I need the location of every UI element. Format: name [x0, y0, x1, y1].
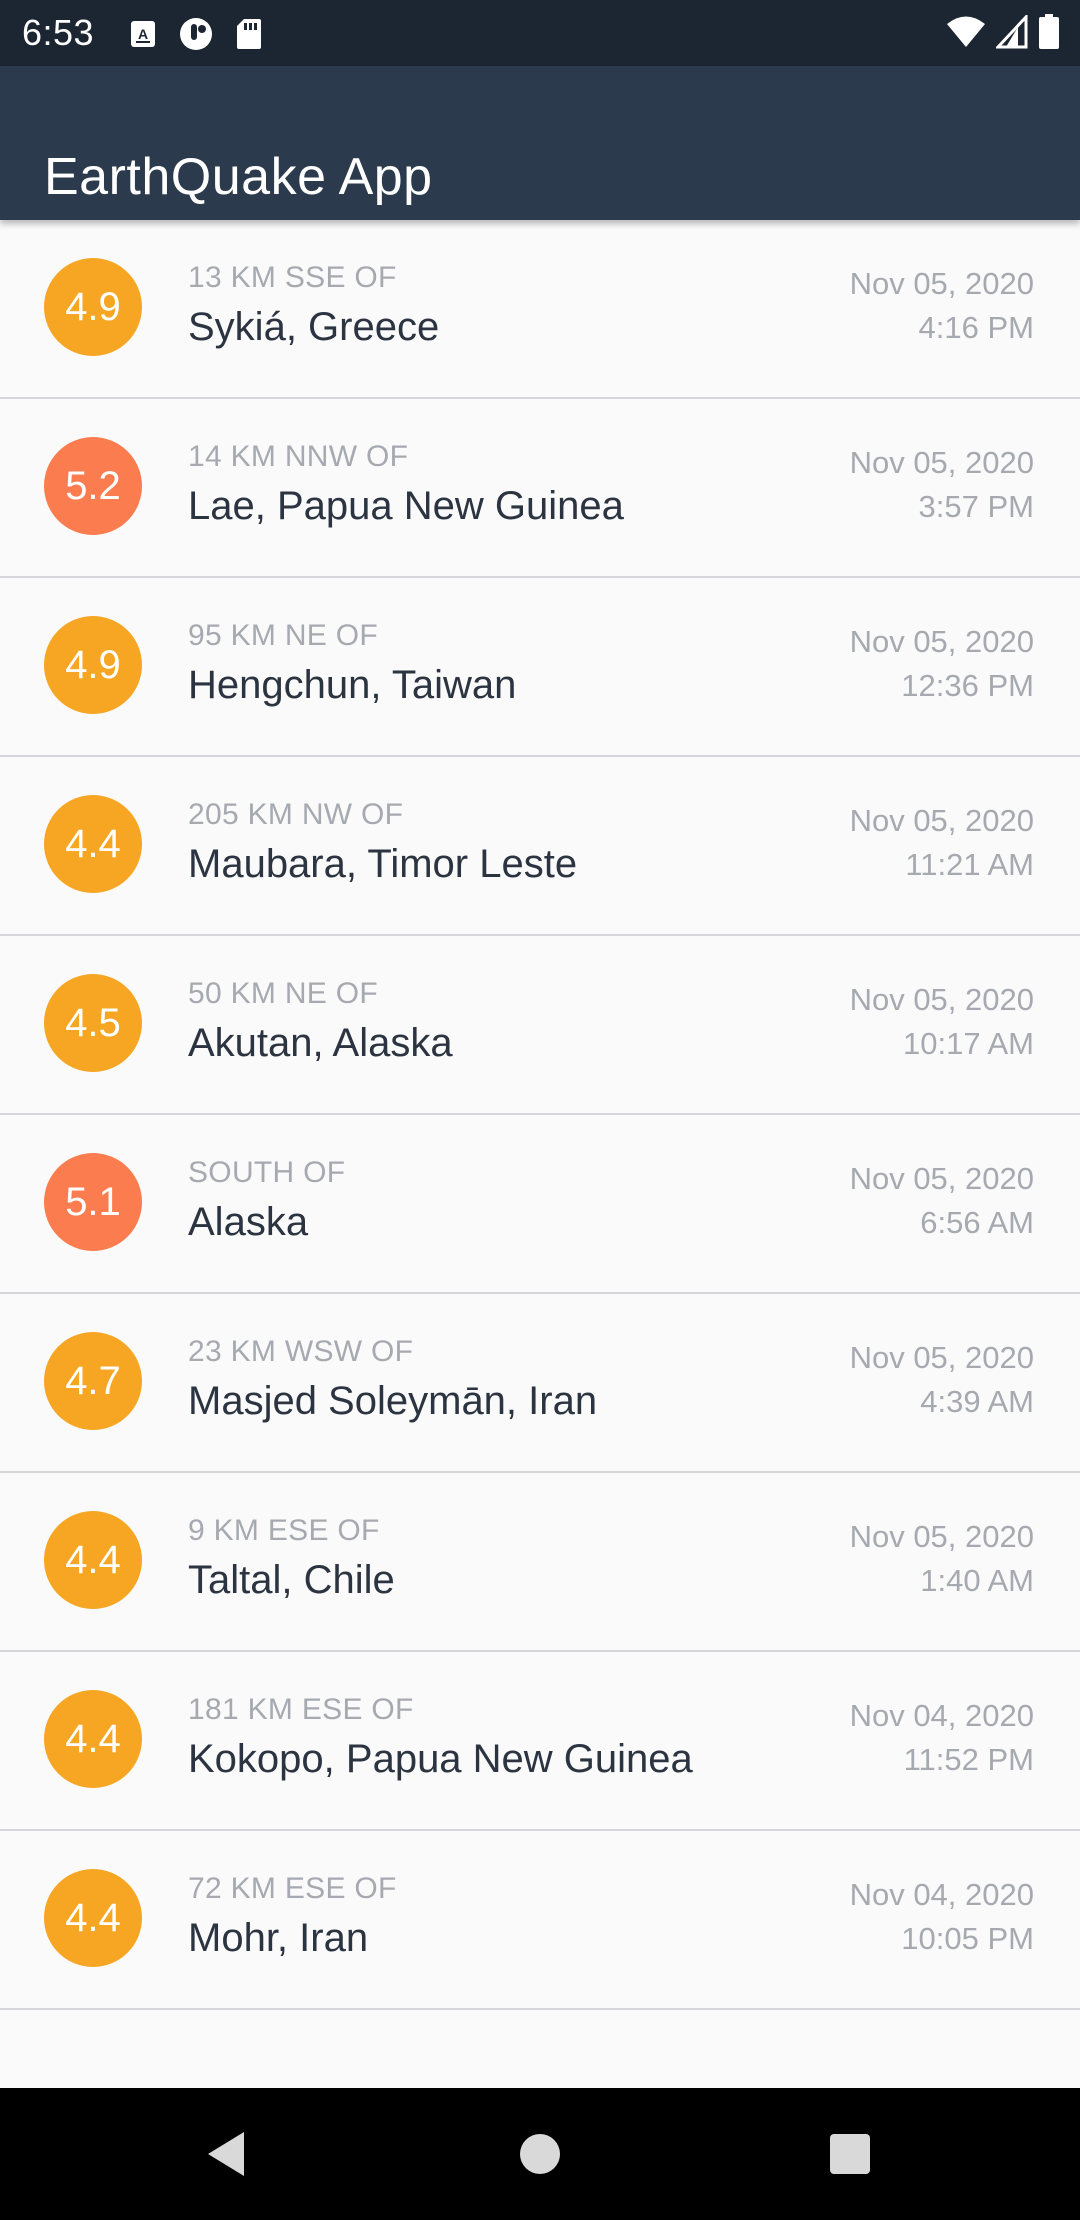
home-button[interactable] — [510, 2124, 570, 2184]
primary-location: Masjed Soleymān, Iran — [188, 1379, 598, 1423]
location-offset: 14 KM NNW OF — [188, 440, 409, 473]
quake-date: Nov 05, 2020 — [849, 266, 1034, 301]
quake-time: 1:40 AM — [920, 1563, 1034, 1598]
status-icons-left: A — [130, 16, 262, 57]
primary-location: Mohr, Iran — [188, 1916, 369, 1960]
magnitude-badge: 4.5 — [44, 974, 142, 1072]
quake-time: 4:16 PM — [918, 310, 1034, 345]
earthquake-list-item[interactable]: 4.4 205 KM NW OF Maubara, Timor Leste No… — [0, 757, 1080, 936]
quake-time: 11:21 AM — [905, 847, 1034, 882]
cell-signal-icon — [994, 13, 1028, 54]
status-bar: 6:53 A — [0, 0, 1080, 66]
quake-date: Nov 05, 2020 — [849, 1340, 1034, 1375]
location-offset: 23 KM WSW OF — [188, 1335, 414, 1368]
quake-time: 3:57 PM — [918, 489, 1034, 524]
primary-location: Maubara, Timor Leste — [188, 842, 578, 886]
earthquake-list-item[interactable]: 5.1 SOUTH OF Alaska Nov 05, 2020 6:56 AM — [0, 1115, 1080, 1294]
location-offset: 9 KM ESE OF — [188, 1514, 380, 1547]
status-icons-right — [946, 13, 1060, 55]
earthquake-list-item[interactable]: 4.9 95 KM NE OF Hengchun, Taiwan Nov 05,… — [0, 578, 1080, 757]
svg-text:A: A — [138, 26, 148, 42]
primary-location: Sykiá, Greece — [188, 305, 440, 349]
primary-location: Hengchun, Taiwan — [188, 663, 517, 707]
magnitude-badge: 4.4 — [44, 1511, 142, 1609]
earthquake-list-item[interactable]: 4.4 9 KM ESE OF Taltal, Chile Nov 05, 20… — [0, 1473, 1080, 1652]
keyboard-a-icon: A — [130, 20, 156, 53]
app-bar: EarthQuake App — [0, 66, 1080, 220]
magnitude-badge: 4.4 — [44, 1690, 142, 1788]
home-icon — [520, 2134, 560, 2174]
primary-location: Akutan, Alaska — [188, 1021, 453, 1065]
primary-location: Lae, Papua New Guinea — [188, 484, 624, 528]
recents-icon — [830, 2134, 870, 2174]
quake-date: Nov 05, 2020 — [849, 1161, 1034, 1196]
earthquake-list[interactable]: 4.9 13 KM SSE OF Sykiá, Greece Nov 05, 2… — [0, 220, 1080, 2010]
quake-date: Nov 05, 2020 — [849, 445, 1034, 480]
quake-time: 6:56 AM — [920, 1205, 1034, 1240]
location-offset: SOUTH OF — [188, 1156, 346, 1189]
earthquake-list-item[interactable]: 4.4 72 KM ESE OF Mohr, Iran Nov 04, 2020… — [0, 1831, 1080, 2010]
magnitude-badge: 4.7 — [44, 1332, 142, 1430]
quake-date: Nov 05, 2020 — [849, 1519, 1034, 1554]
quake-time: 10:17 AM — [903, 1026, 1034, 1061]
back-button[interactable] — [196, 2124, 256, 2184]
recents-button[interactable] — [820, 2124, 880, 2184]
location-offset: 72 KM ESE OF — [188, 1872, 397, 1905]
magnitude-badge: 4.9 — [44, 258, 142, 356]
primary-location: Alaska — [188, 1200, 309, 1244]
location-offset: 205 KM NW OF — [188, 798, 404, 831]
quake-date: Nov 04, 2020 — [849, 1698, 1034, 1733]
location-offset: 13 KM SSE OF — [188, 261, 397, 294]
quake-time: 11:52 PM — [903, 1742, 1034, 1777]
battery-icon — [1038, 14, 1060, 55]
location-offset: 50 KM NE OF — [188, 977, 379, 1010]
quake-time: 12:36 PM — [901, 668, 1034, 703]
magnitude-badge: 5.1 — [44, 1153, 142, 1251]
back-icon — [208, 2132, 244, 2176]
quake-date: Nov 05, 2020 — [849, 624, 1034, 659]
quake-time: 4:39 AM — [920, 1384, 1034, 1419]
earthquake-list-item[interactable]: 4.5 50 KM NE OF Akutan, Alaska Nov 05, 2… — [0, 936, 1080, 1115]
earthquake-list-item[interactable]: 4.7 23 KM WSW OF Masjed Soleymān, Iran N… — [0, 1294, 1080, 1473]
magnitude-badge: 4.4 — [44, 795, 142, 893]
quake-date: Nov 05, 2020 — [849, 982, 1034, 1017]
quake-date: Nov 05, 2020 — [849, 803, 1034, 838]
magnitude-badge: 4.4 — [44, 1869, 142, 1967]
location-offset: 181 KM ESE OF — [188, 1693, 414, 1726]
quake-time: 10:05 PM — [901, 1921, 1034, 1956]
magnitude-badge: 4.9 — [44, 616, 142, 714]
app-title: EarthQuake App — [44, 147, 433, 206]
quake-date: Nov 04, 2020 — [849, 1877, 1034, 1912]
navigation-bar — [0, 2088, 1080, 2220]
sd-card-icon — [236, 18, 262, 55]
primary-location: Taltal, Chile — [188, 1558, 395, 1602]
primary-location: Kokopo, Papua New Guinea — [188, 1737, 693, 1781]
earthquake-list-item[interactable]: 4.4 181 KM ESE OF Kokopo, Papua New Guin… — [0, 1652, 1080, 1831]
wifi-icon — [946, 15, 986, 54]
status-time: 6:53 — [22, 12, 95, 53]
earthquake-list-item[interactable]: 5.2 14 KM NNW OF Lae, Papua New Guinea N… — [0, 399, 1080, 578]
magnitude-badge: 5.2 — [44, 437, 142, 535]
earthquake-list-item[interactable]: 4.9 13 KM SSE OF Sykiá, Greece Nov 05, 2… — [0, 220, 1080, 399]
location-offset: 95 KM NE OF — [188, 619, 379, 652]
podcast-icon — [178, 16, 214, 57]
